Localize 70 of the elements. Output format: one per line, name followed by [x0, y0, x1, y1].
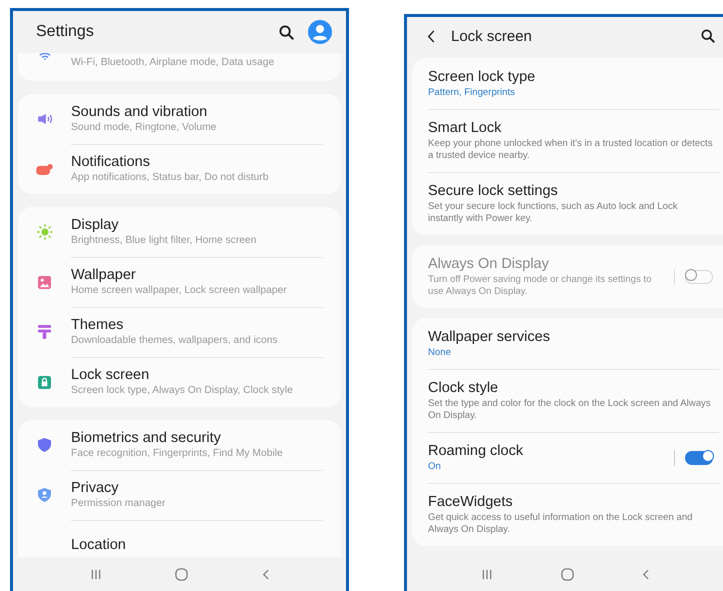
- home-icon[interactable]: [561, 568, 574, 580]
- settings-item[interactable]: Lock screen Screen lock type, Always On Display, Clock style: [18, 357, 327, 407]
- item-title: Wallpaper services: [428, 328, 551, 347]
- toggle-switch[interactable]: [685, 450, 713, 464]
- item-subtitle: Screen lock type, Always On Display, Clock style: [71, 384, 293, 398]
- home-icon[interactable]: [175, 568, 188, 580]
- item-title: Clock style: [428, 379, 500, 398]
- item-title: Display: [71, 216, 120, 234]
- item-subtitle: On: [428, 461, 442, 473]
- settings-item[interactable]: Notifications App notifications, Status bar, Do not disturb: [18, 144, 327, 194]
- notification-icon: [36, 164, 53, 174]
- picture-icon: [38, 276, 51, 288]
- item-subtitle: Home screen wallpaper, Lock screen wallpaper: [71, 284, 287, 298]
- item-title: Screen lock type: [428, 68, 536, 87]
- item-subtitle: Permission manager: [71, 497, 166, 511]
- item-subtitle: Downloadable themes, wallpapers, and icons: [71, 334, 278, 348]
- wifi-icon: [38, 53, 52, 60]
- screen-title: Lock screen: [451, 28, 533, 44]
- item-title: Smart Lock: [428, 119, 502, 138]
- item-subtitle: None: [428, 347, 452, 359]
- speaker-icon: [36, 113, 52, 125]
- item-subtitle: Sound mode, Ringtone, Volume: [71, 121, 216, 135]
- settings-item[interactable]: Display Brightness, Blue light filter, Home screen: [18, 207, 327, 257]
- item-subtitle: Turn off Power saving mode or change its settings to use Always On Display.: [428, 274, 652, 298]
- item-title: FaceWidgets: [428, 493, 514, 512]
- account-icon[interactable]: [308, 20, 332, 44]
- item-title: Always On Display: [428, 255, 550, 274]
- item-title: Location: [71, 536, 126, 554]
- item-subtitle: Set the type and color for the clock on the Lock screen and Always On Display.: [428, 398, 712, 422]
- item-subtitle: App notifications, Status bar, Do not disturb: [71, 171, 268, 185]
- item-subtitle: Wi-Fi, Bluetooth, Airplane mode, Data usage: [71, 56, 274, 70]
- settings-item[interactable]: FaceWidgets Get quick access to useful information on the Lock screen and Always On Display.: [428, 483, 723, 546]
- item-title: Secure lock settings: [428, 182, 559, 201]
- sun-icon: [36, 224, 52, 240]
- item-title: Wallpaper: [71, 266, 137, 284]
- shield-icon: [38, 438, 51, 452]
- item-title: Privacy: [71, 479, 120, 497]
- item-title: Sounds and vibration: [71, 103, 208, 121]
- item-subtitle: Face recognition, Fingerprints, Find My Mobile: [71, 447, 283, 461]
- item-subtitle: Get quick access to useful information on the Lock screen and Always On Display.: [428, 512, 694, 536]
- recent-apps-icon[interactable]: [481, 568, 493, 580]
- item-title: Themes: [71, 316, 124, 334]
- settings-item[interactable]: Roaming clock On: [428, 432, 723, 483]
- settings-item[interactable]: Secure lock settings Set your secure lock functions, such as Auto lock and Lock instantly with Power key.: [428, 172, 723, 235]
- settings-item[interactable]: Privacy Permission manager: [18, 470, 327, 520]
- item-title: Lock screen: [71, 366, 150, 384]
- search-icon[interactable]: [701, 29, 715, 43]
- settings-item[interactable]: Biometrics and security Face recognition, Fingerprints, Find My Mobile: [18, 420, 327, 470]
- shield-person-icon: [38, 488, 51, 502]
- settings-item[interactable]: Location: [18, 520, 327, 557]
- settings-item[interactable]: Wallpaper Home screen wallpaper, Lock screen wallpaper: [18, 257, 327, 307]
- settings-item[interactable]: Clock style Set the type and color for the clock on the Lock screen and Always On Display.: [428, 369, 723, 432]
- brush-icon: [38, 325, 51, 339]
- settings-item[interactable]: Wallpaper services None: [428, 318, 723, 369]
- settings-item[interactable]: Sounds and vibration Sound mode, Ringtone, Volume: [18, 94, 327, 144]
- item-title: Biometrics and security: [71, 429, 222, 447]
- settings-item[interactable]: Screen lock type Pattern, Fingerprints: [428, 58, 723, 109]
- item-subtitle: Pattern, Fingerprints: [428, 87, 516, 99]
- back-icon[interactable]: [427, 30, 435, 42]
- lock-icon: [38, 376, 51, 388]
- settings-item[interactable]: Themes Downloadable themes, wallpapers, and icons: [18, 307, 327, 357]
- recent-apps-icon[interactable]: [90, 568, 102, 580]
- item-subtitle: Brightness, Blue light filter, Home screen: [71, 234, 256, 248]
- item-subtitle: Keep your phone unlocked when it's in a trusted location or detects a trusted device nearby.: [428, 138, 713, 162]
- settings-item[interactable]: Smart Lock Keep your phone unlocked when it's in a trusted location or detects a trusted device nearby.: [428, 109, 723, 172]
- screen-title: Settings: [36, 23, 95, 41]
- item-title: Roaming clock: [428, 442, 524, 461]
- item-subtitle: Set your secure lock functions, such as Auto lock and Lock instantly with Power key.: [428, 201, 679, 225]
- search-icon[interactable]: [279, 24, 294, 40]
- item-title: Notifications: [71, 153, 151, 171]
